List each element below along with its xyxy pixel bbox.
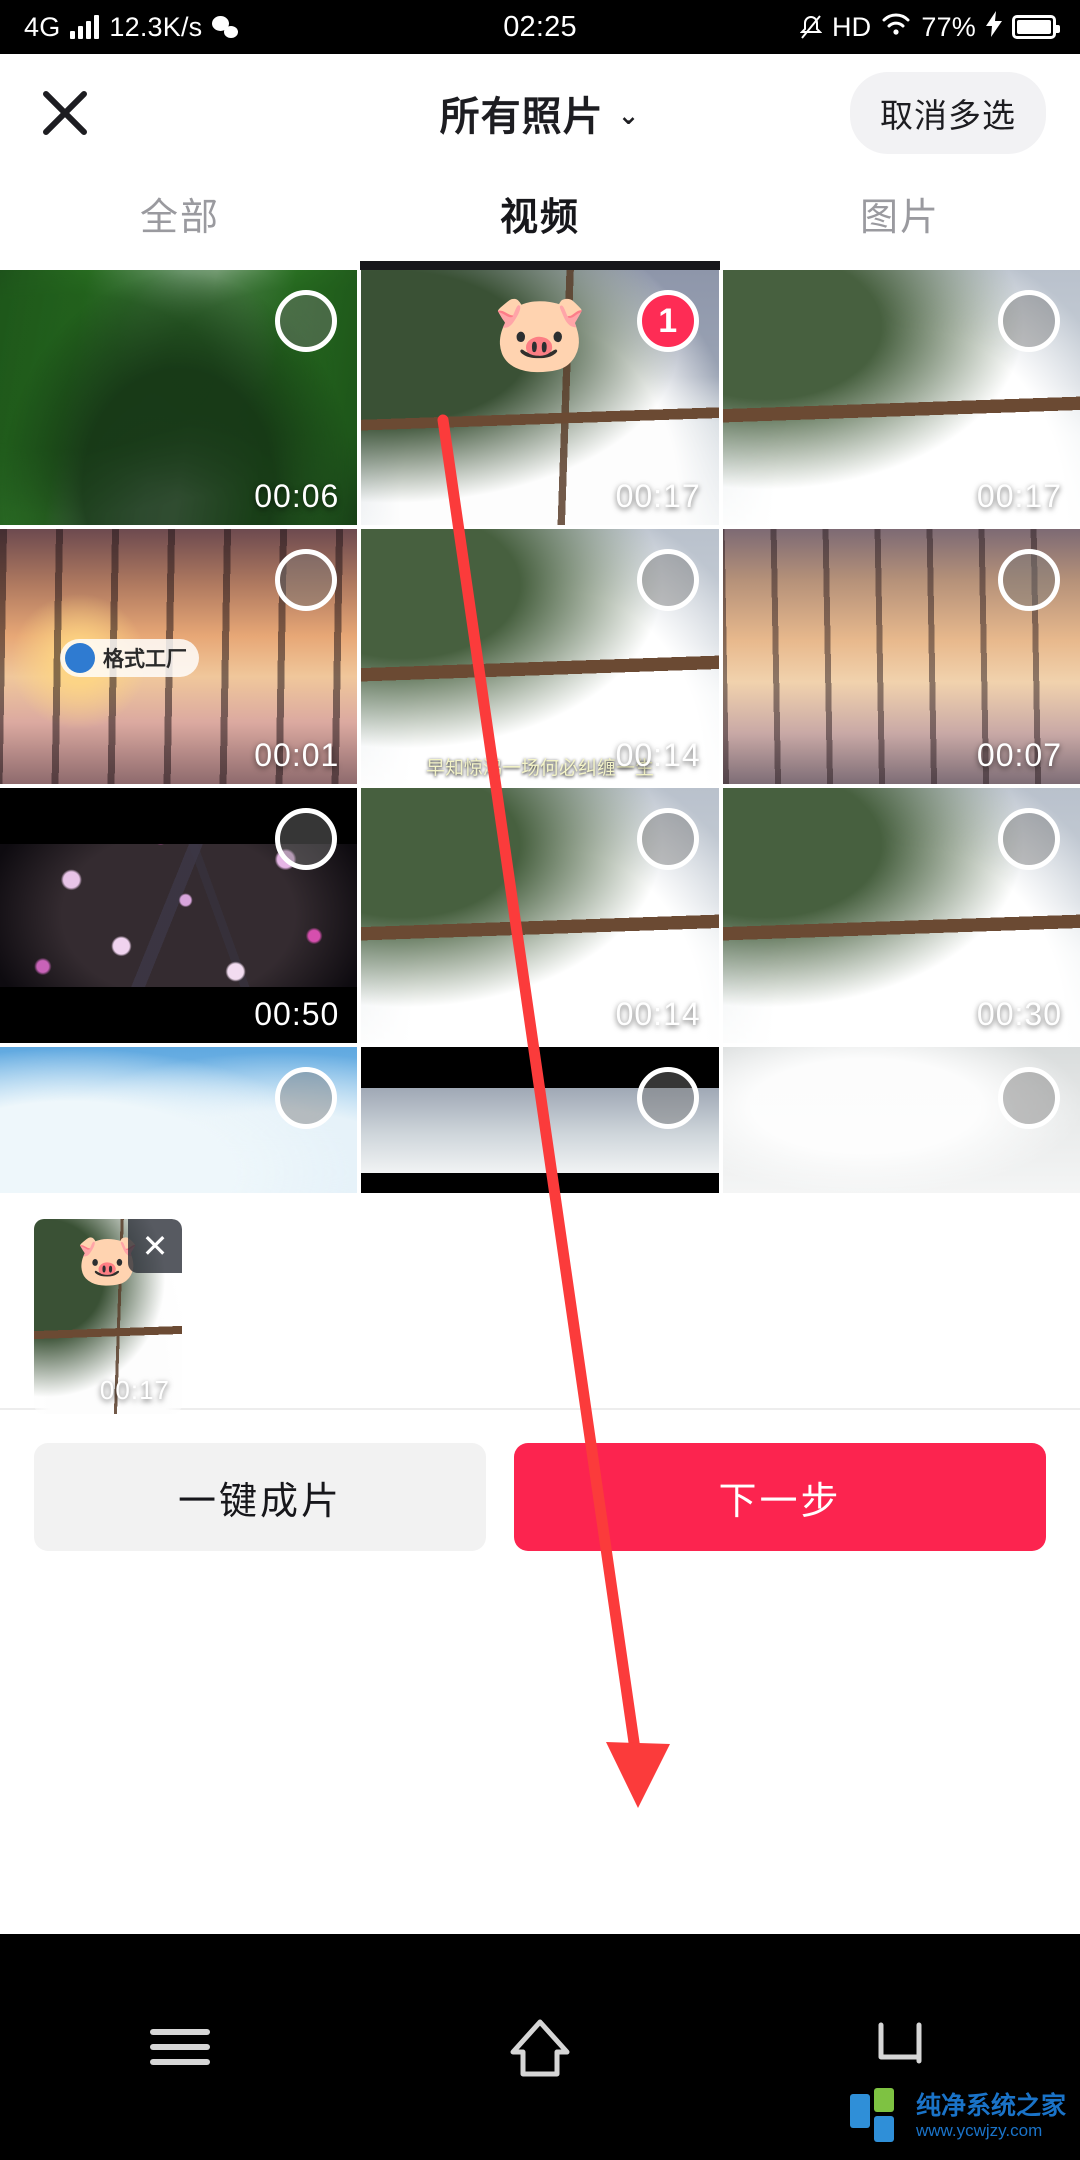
media-cell[interactable]: 00:50 (0, 788, 358, 1043)
selected-media-tray: 🐷 ✕ 00:17 (0, 1193, 1080, 1408)
media-cell[interactable]: 00:06 (0, 270, 358, 525)
mute-icon (799, 14, 822, 40)
duration-label: 00:06 (254, 478, 340, 514)
select-circle[interactable] (275, 290, 338, 352)
select-circle[interactable] (998, 1067, 1060, 1129)
one-click-movie-button[interactable]: 一键成片 (34, 1443, 486, 1551)
media-cell[interactable]: 格式工厂 00:01 (0, 529, 358, 784)
select-circle[interactable] (275, 549, 338, 611)
tab-image[interactable]: 图片 (720, 172, 1080, 270)
media-cell[interactable] (361, 1047, 719, 1193)
select-circle[interactable] (636, 549, 699, 611)
media-cell[interactable]: 00:17 (722, 270, 1080, 525)
status-bar: 4G 12.3K/s 02:25 HD 77% (0, 0, 1080, 54)
media-cell[interactable]: 早知惊鸿一场何必纠缠一生 00:14 (361, 529, 719, 784)
select-circle[interactable] (998, 549, 1060, 611)
site-name: 纯净系统之家 (915, 2091, 1066, 2120)
select-circle[interactable] (998, 808, 1060, 870)
tab-all-label: 全部 (139, 197, 220, 239)
close-icon[interactable] (34, 82, 96, 144)
site-url: www.ycwjzy.com (915, 2120, 1043, 2140)
tab-image-label: 图片 (859, 197, 940, 239)
media-cell-selected[interactable]: 🐷 1 00:17 (361, 270, 719, 525)
media-type-tabs: 全部 视频 图片 (0, 172, 1080, 270)
select-circle[interactable] (275, 808, 338, 870)
media-cell[interactable] (722, 1047, 1080, 1193)
phone-screen: 4G 12.3K/s 02:25 HD 77% 所有照片 ⌄ 取消多选 全部 视… (0, 0, 1080, 2160)
watermark-logo-icon (65, 643, 95, 673)
media-cell[interactable]: 00:07 (722, 529, 1080, 784)
duration-label: 00:14 (615, 996, 701, 1032)
chevron-down-icon: ⌄ (617, 99, 641, 130)
action-bar: 一键成片 下一步 (0, 1408, 1080, 1584)
media-cell[interactable]: 00:14 (361, 788, 719, 1043)
select-circle[interactable] (636, 1067, 699, 1129)
select-circle[interactable] (275, 1067, 338, 1129)
tab-video-label: 视频 (499, 197, 580, 239)
media-grid: 00:06 🐷 1 00:17 00:17 格式工厂 00:01 早知惊鸿一场何… (0, 270, 1080, 1193)
select-circle-checked[interactable]: 1 (636, 290, 699, 352)
tray-item[interactable]: 🐷 ✕ 00:17 (34, 1219, 182, 1414)
home-icon[interactable] (480, 1997, 600, 2097)
pig-sticker-icon: 🐷 (492, 291, 588, 376)
media-cell[interactable] (0, 1047, 358, 1193)
site-watermark: 纯净系统之家 www.ycwjzy.com (849, 2088, 1066, 2144)
duration-label: 00:14 (615, 737, 701, 773)
app-header: 所有照片 ⌄ 取消多选 (0, 54, 1080, 172)
duration-label: 00:07 (976, 737, 1062, 773)
watermark-text: 格式工厂 (103, 648, 187, 671)
battery-icon (1012, 15, 1060, 39)
duration-label: 00:01 (254, 737, 340, 773)
cancel-multiselect-button[interactable]: 取消多选 (850, 72, 1046, 154)
menu-icon[interactable] (120, 1997, 240, 2097)
media-cell[interactable]: 00:30 (722, 788, 1080, 1043)
album-title-text: 所有照片 (439, 95, 604, 139)
site-logo-icon (849, 2088, 906, 2144)
select-circle[interactable] (636, 808, 699, 870)
status-bar-clock: 02:25 (503, 10, 577, 43)
next-step-button[interactable]: 下一步 (514, 1443, 1046, 1551)
remove-item-icon[interactable]: ✕ (128, 1219, 182, 1273)
duration-label: 00:17 (976, 478, 1062, 514)
tab-all[interactable]: 全部 (0, 172, 360, 270)
duration-label: 00:30 (976, 996, 1062, 1032)
tab-video[interactable]: 视频 (360, 172, 720, 270)
select-circle[interactable] (998, 290, 1060, 352)
duration-label: 00:17 (99, 1375, 170, 1405)
duration-label: 00:50 (254, 996, 340, 1032)
duration-label: 00:17 (615, 478, 701, 514)
app-card: 所有照片 ⌄ 取消多选 全部 视频 图片 00:06 🐷 1 00:17 00:… (0, 54, 1080, 1934)
format-factory-watermark: 格式工厂 (60, 639, 199, 677)
back-icon[interactable] (840, 1997, 960, 2097)
